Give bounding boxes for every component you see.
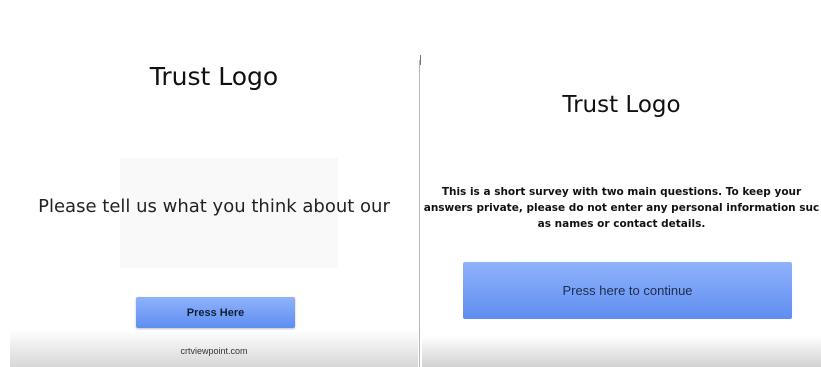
privacy-notice-line: This is a short survey with two main que… (441, 186, 802, 198)
screen-divider (419, 60, 420, 367)
trust-logo: Trust Logo (562, 92, 681, 118)
survey-screen-right: Trust Logo This is a short survey with t… (422, 0, 821, 367)
press-here-button[interactable]: Press Here (136, 297, 295, 328)
privacy-notice: This is a short survey with two main que… (422, 184, 821, 232)
intro-text: Please tell us what you think about our (38, 196, 390, 217)
trust-logo: Trust Logo (149, 62, 279, 91)
survey-screen-left: Trust Logo Please tell us what you think… (0, 0, 418, 367)
continue-button[interactable]: Press here to continue (463, 262, 792, 319)
privacy-notice-line: as names or contact details. (537, 218, 706, 230)
screen-divider-top (420, 55, 421, 65)
footer-link[interactable]: crtviewpoint.com (10, 346, 418, 356)
footer-bar (422, 336, 821, 367)
privacy-notice-line: answers private, please do not enter any… (423, 202, 820, 214)
